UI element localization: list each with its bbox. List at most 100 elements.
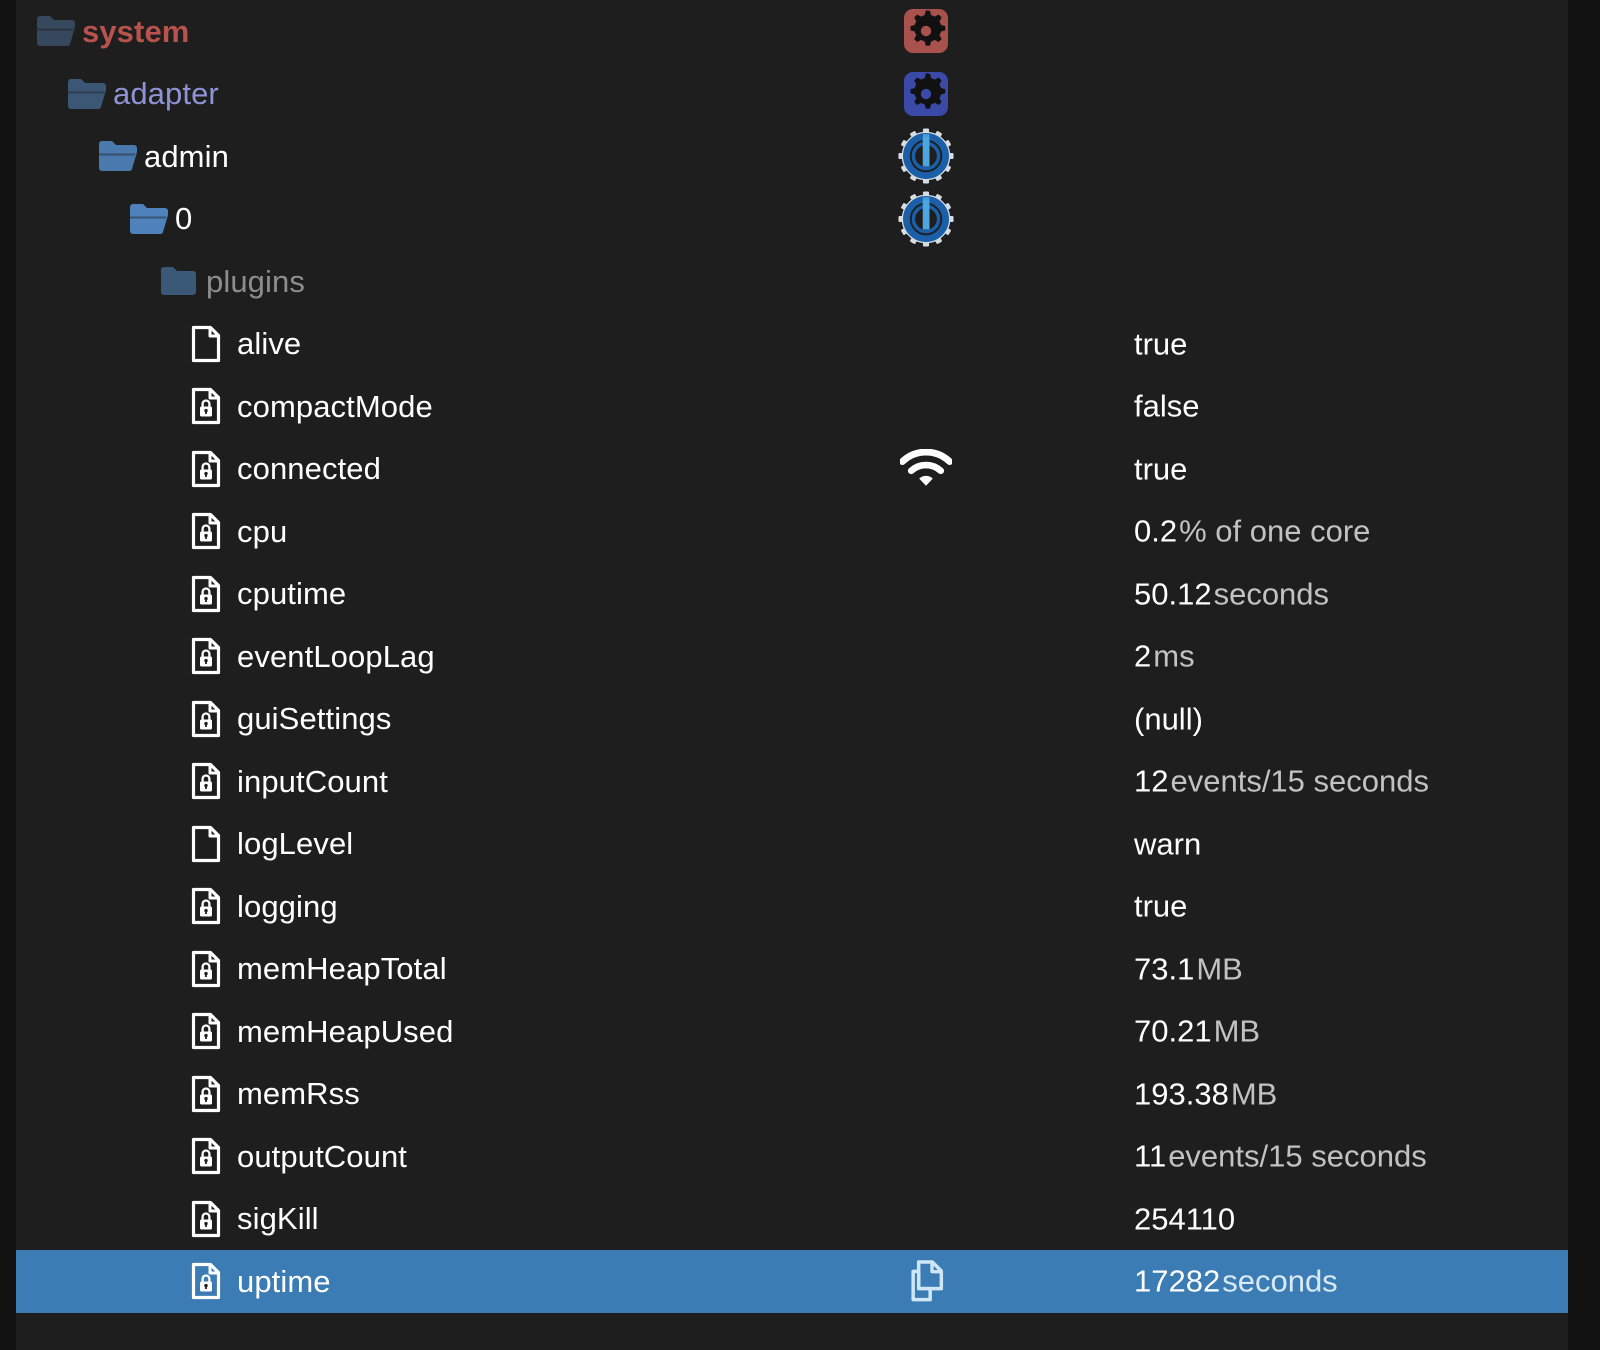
folder-type-icon-cell[interactable] — [894, 66, 958, 122]
tree-folder-row[interactable]: admin — [16, 125, 1568, 188]
tree-state-row[interactable]: memRss 193.38MB — [16, 1062, 1568, 1125]
tree-folder-row[interactable]: plugins — [16, 250, 1568, 313]
tree-state-row[interactable]: logging true — [16, 875, 1568, 938]
state-value: 0.2% of one core — [1134, 516, 1370, 547]
state-icon-cell[interactable] — [191, 825, 237, 863]
state-value: 11events/15 seconds — [1134, 1141, 1427, 1172]
tree-state-row[interactable]: cputime 50.12seconds — [16, 562, 1568, 625]
folder-open-icon — [130, 203, 168, 234]
copy-icon[interactable] — [906, 1259, 946, 1303]
state-label: uptime — [237, 1263, 331, 1299]
iobroker-logo-icon — [898, 128, 954, 184]
state-value-number: false — [1134, 388, 1200, 424]
state-action-icon-cell[interactable] — [894, 1253, 958, 1309]
folder-type-icon-cell[interactable] — [894, 191, 958, 247]
state-label: logLevel — [237, 826, 354, 862]
state-icon-cell[interactable] — [191, 1262, 237, 1300]
state-value-number: warn — [1134, 826, 1202, 862]
state-value-number: 70.21 — [1134, 1013, 1212, 1049]
state-icon-cell[interactable] — [191, 512, 237, 550]
state-label: logging — [237, 888, 338, 924]
state-value: warn — [1134, 828, 1201, 859]
folder-label: system — [82, 13, 190, 49]
tree-state-row[interactable]: connected true — [16, 437, 1568, 500]
document-locked-icon — [191, 450, 221, 487]
document-locked-icon — [191, 1138, 221, 1175]
state-label: sigKill — [237, 1201, 319, 1237]
state-value: true — [1134, 891, 1187, 922]
state-value-number: true — [1134, 326, 1188, 362]
state-icon-cell[interactable] — [191, 762, 237, 800]
tree-state-row[interactable]: eventLoopLag 2ms — [16, 625, 1568, 688]
state-icon-cell[interactable] — [191, 450, 237, 488]
folder-open-icon — [37, 16, 75, 47]
state-value: true — [1134, 328, 1187, 359]
tree-state-row[interactable]: uptime 17282seconds — [16, 1250, 1568, 1313]
state-value: 50.12seconds — [1134, 578, 1329, 609]
state-value-number: 73.1 — [1134, 951, 1195, 987]
wifi-icon — [900, 448, 952, 486]
document-locked-icon — [191, 1075, 221, 1112]
state-icon-cell[interactable] — [191, 1012, 237, 1050]
state-value-number: 2 — [1134, 638, 1152, 674]
state-value-number: 50.12 — [1134, 576, 1212, 612]
state-icon-cell[interactable] — [191, 1075, 237, 1113]
state-icon-cell[interactable] — [191, 887, 237, 925]
tree-state-row[interactable]: compactMode false — [16, 375, 1568, 438]
tree-folder-row[interactable]: 0 — [16, 187, 1568, 250]
tree-state-row[interactable]: cpu 0.2% of one core — [16, 500, 1568, 563]
state-value-unit: % of one core — [1179, 513, 1371, 549]
state-icon-cell[interactable] — [191, 950, 237, 988]
state-label: alive — [237, 326, 302, 362]
folder-icon-cell[interactable] — [98, 140, 144, 172]
document-locked-icon — [191, 513, 221, 550]
folder-icon-cell[interactable] — [36, 15, 82, 47]
state-label: connected — [237, 451, 381, 487]
state-icon-cell[interactable] — [191, 1200, 237, 1238]
tree-state-row[interactable]: logLevel warn — [16, 812, 1568, 875]
state-value: 2ms — [1134, 641, 1195, 672]
document-locked-icon — [191, 950, 221, 987]
state-value-unit: seconds — [1222, 1263, 1338, 1299]
folder-label: adapter — [113, 76, 219, 112]
tree-state-row[interactable]: guiSettings (null) — [16, 687, 1568, 750]
document-locked-icon — [191, 1013, 221, 1050]
state-icon-cell[interactable] — [191, 1137, 237, 1175]
tree-panel[interactable]: system adapter admin 0 plugins alive true compa… — [16, 0, 1568, 1350]
tree-state-row[interactable]: memHeapTotal 73.1MB — [16, 937, 1568, 1000]
tree-state-row[interactable]: memHeapUsed 70.21MB — [16, 1000, 1568, 1063]
gear-badge-red-icon — [904, 9, 948, 54]
state-label: memHeapUsed — [237, 1013, 454, 1049]
tree-folder-row[interactable]: system — [16, 0, 1568, 63]
folder-type-icon-cell[interactable] — [894, 128, 958, 184]
folder-icon-cell[interactable] — [67, 78, 113, 110]
state-icon-cell[interactable] — [191, 700, 237, 738]
folder-icon-cell[interactable] — [160, 266, 206, 296]
state-value-number: 11 — [1134, 1138, 1167, 1174]
tree-state-row[interactable]: sigKill 254110 — [16, 1187, 1568, 1250]
state-value-unit: seconds — [1213, 576, 1330, 612]
folder-type-icon-cell[interactable] — [894, 3, 958, 59]
folder-icon-cell[interactable] — [129, 203, 175, 235]
state-value: 70.21MB — [1134, 1016, 1260, 1047]
folder-open-icon — [68, 78, 106, 109]
state-value: 254110 — [1134, 1203, 1235, 1234]
state-label: eventLoopLag — [237, 638, 435, 674]
state-icon-cell[interactable] — [191, 325, 237, 363]
folder-closed-icon — [161, 267, 196, 296]
state-value-number: 254110 — [1134, 1201, 1236, 1237]
document-locked-icon — [191, 638, 221, 675]
state-label: inputCount — [237, 763, 388, 799]
state-value: true — [1134, 453, 1187, 484]
state-icon-cell[interactable] — [191, 387, 237, 425]
tree-state-row[interactable]: outputCount 11events/15 seconds — [16, 1125, 1568, 1188]
state-icon-cell[interactable] — [191, 575, 237, 613]
state-value: (null) — [1134, 703, 1203, 734]
tree-state-row[interactable]: inputCount 12events/15 seconds — [16, 750, 1568, 813]
state-action-icon-cell[interactable] — [894, 441, 958, 497]
tree-state-row[interactable]: alive true — [16, 312, 1568, 375]
tree-folder-row[interactable]: adapter — [16, 62, 1568, 125]
state-icon-cell[interactable] — [191, 637, 237, 675]
state-label: memRss — [237, 1076, 360, 1112]
state-label: cpu — [237, 513, 288, 549]
